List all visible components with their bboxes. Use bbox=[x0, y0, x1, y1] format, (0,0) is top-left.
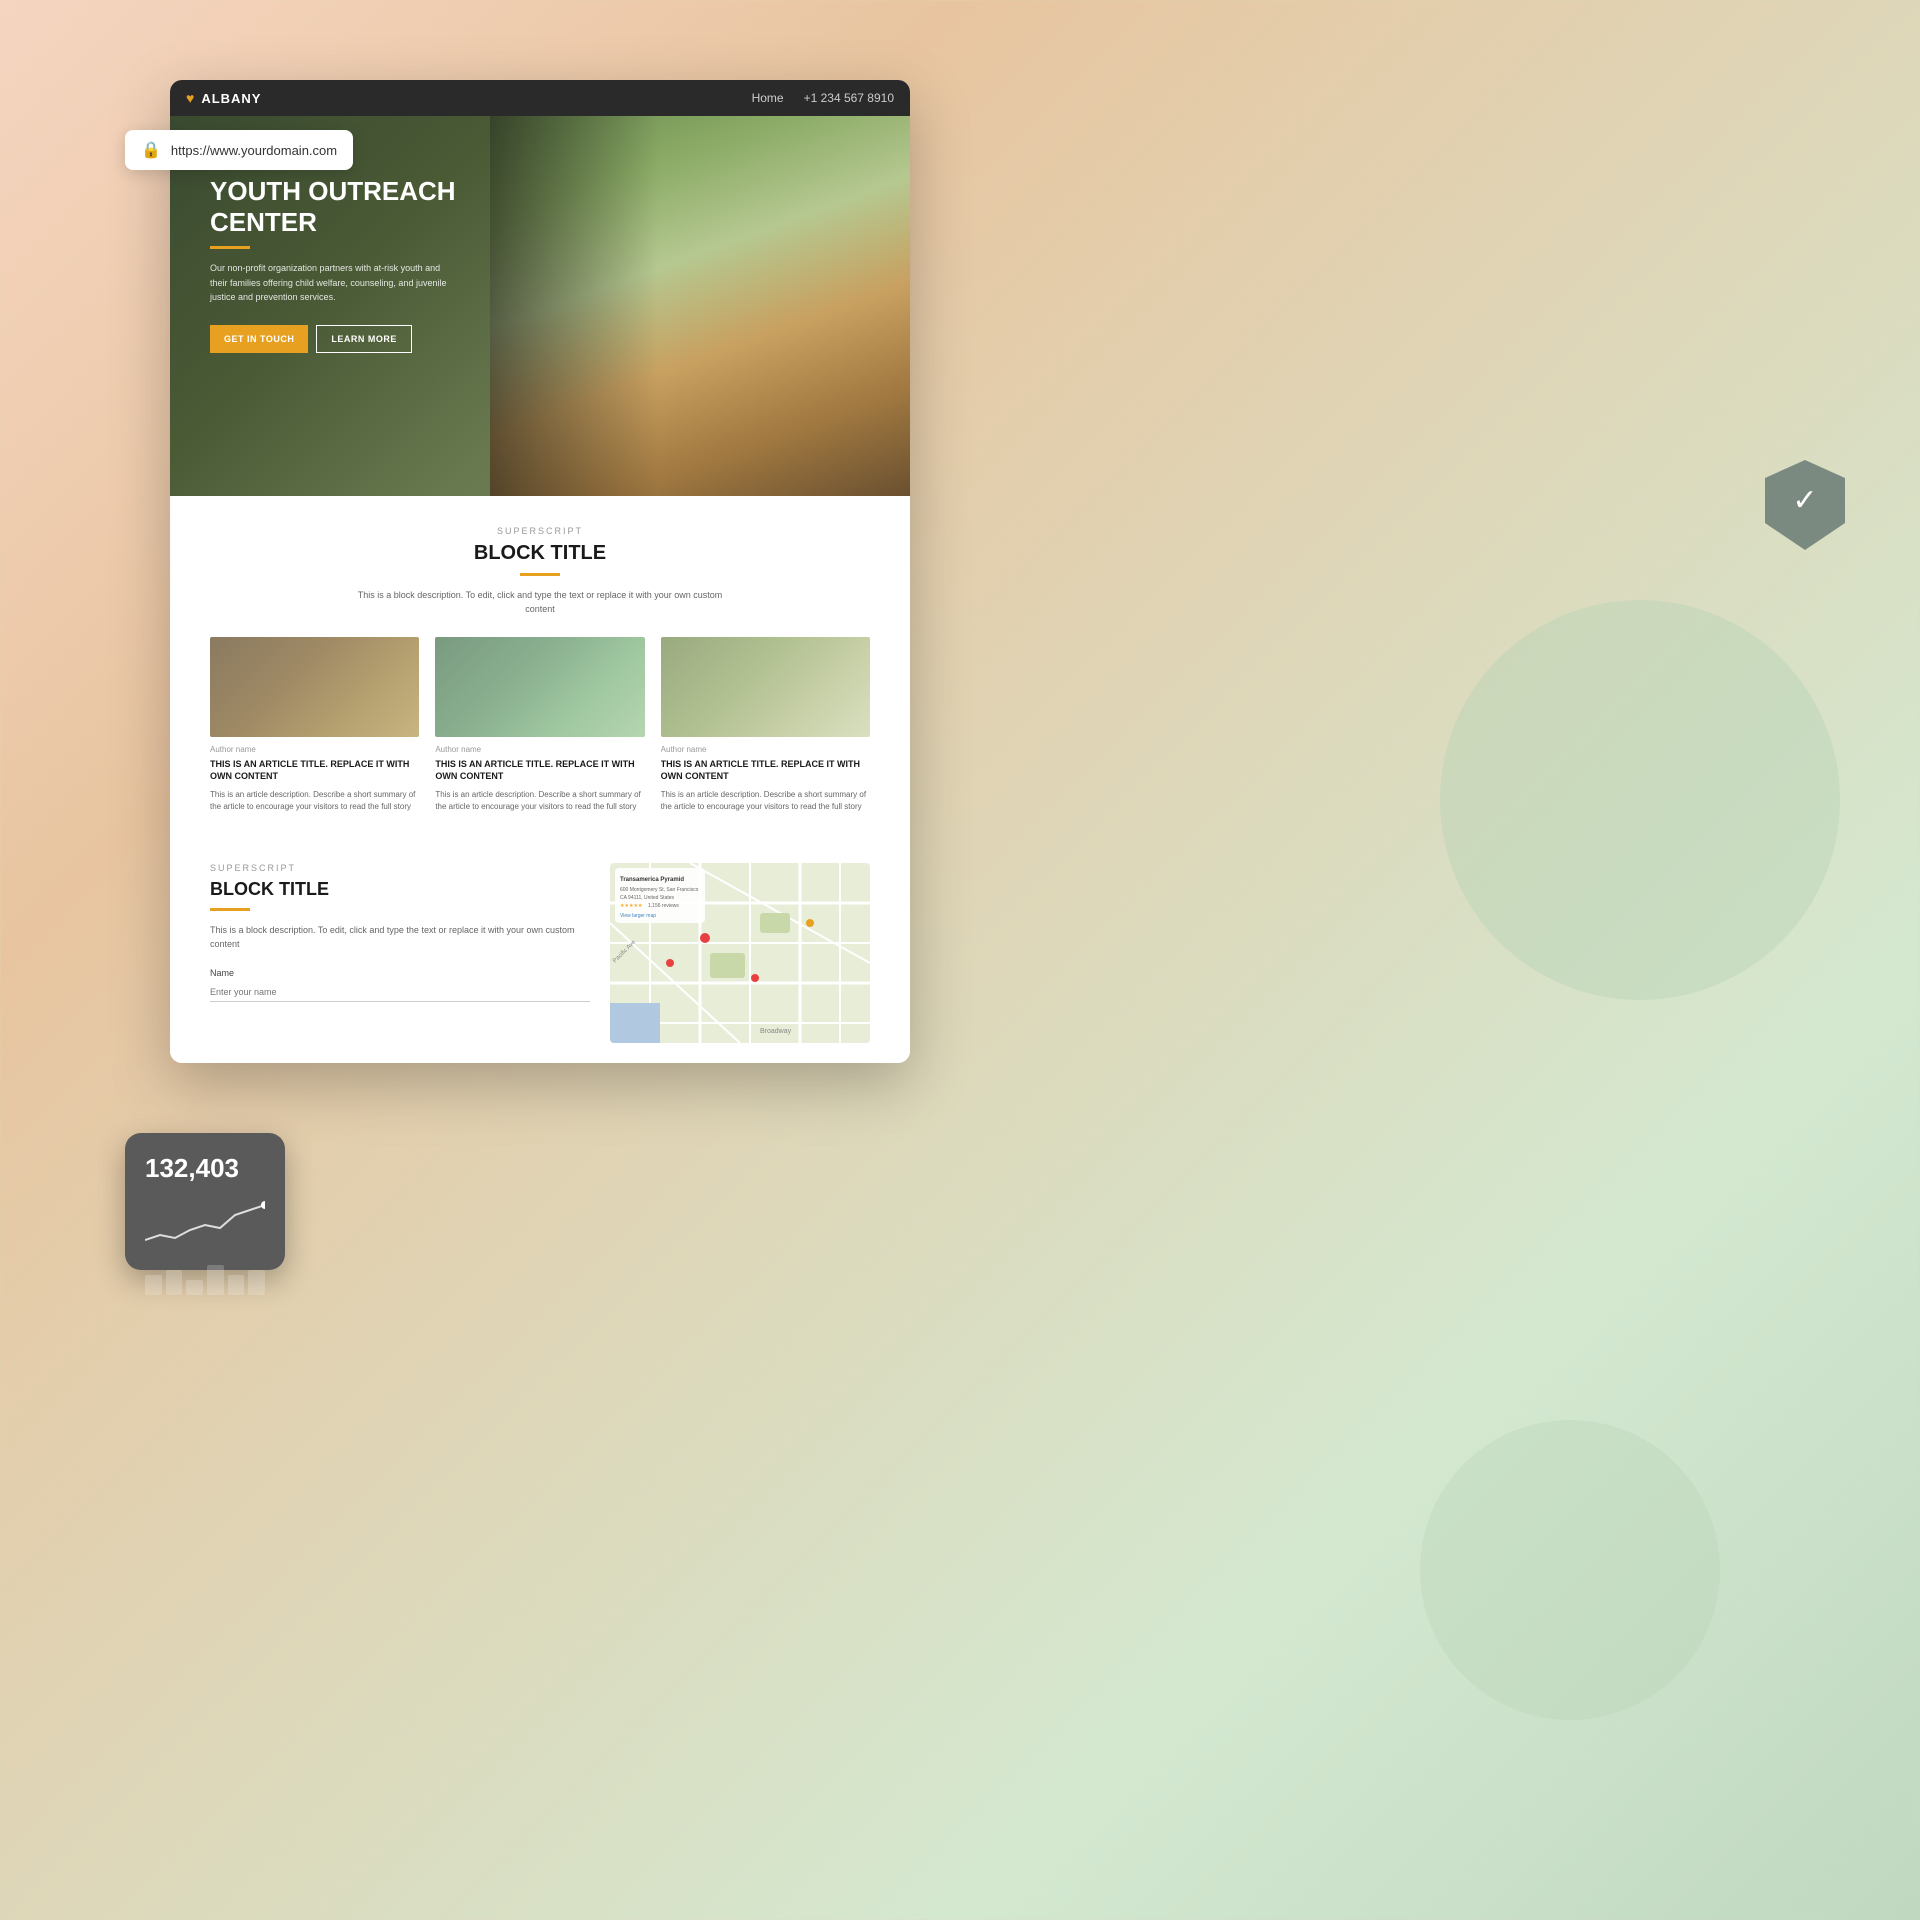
get-in-touch-button[interactable]: GET IN TOUCH bbox=[210, 325, 308, 353]
article-title-2: THIS IS AN ARTICLE TITLE. REPLACE IT WIT… bbox=[435, 758, 644, 783]
chart-bar bbox=[207, 1265, 224, 1295]
articles-section-description: This is a block description. To edit, cl… bbox=[350, 588, 730, 617]
lock-icon: 🔒 bbox=[141, 140, 161, 160]
get-in-touch-ref: GET IN ToucH bbox=[568, 647, 626, 657]
heart-icon: ♥ bbox=[186, 90, 195, 106]
svg-text:Transamerica Pyramid: Transamerica Pyramid bbox=[620, 877, 684, 883]
hero-section: YOUTH OUTREACH CENTER Our non-profit org… bbox=[170, 116, 910, 496]
stats-number: 132,403 bbox=[145, 1153, 265, 1184]
stats-widget: 132,403 bbox=[125, 1133, 285, 1270]
chart-bar bbox=[166, 1270, 183, 1295]
svg-text:600 Montgomery St, San Francis: 600 Montgomery St, San Francisco bbox=[620, 887, 699, 893]
contact-superscript: SUPERSCRIPT bbox=[210, 863, 590, 873]
learn-more-button[interactable]: LEARN MORE bbox=[316, 325, 412, 353]
contact-description: This is a block description. To edit, cl… bbox=[210, 923, 590, 952]
nav-phone[interactable]: +1 234 567 8910 bbox=[804, 91, 894, 105]
article-card: Author name THIS IS AN ARTICLE TITLE. RE… bbox=[661, 637, 870, 813]
svg-text:Broadway: Broadway bbox=[760, 1028, 792, 1035]
svg-text:1,156 reviews: 1,156 reviews bbox=[648, 903, 679, 909]
article-desc-2: This is an article description. Describe… bbox=[435, 789, 644, 813]
article-title-3: THIS IS AN ARTICLE TITLE. REPLACE IT WIT… bbox=[661, 758, 870, 783]
article-title-1: THIS IS AN ARTICLE TITLE. REPLACE IT WIT… bbox=[210, 758, 419, 783]
chart-bars bbox=[145, 1255, 265, 1295]
shield-shape: ✓ bbox=[1765, 460, 1845, 550]
browser-window: ♥ ALBANY Home +1 234 567 8910 YOUTH OUTR… bbox=[170, 80, 910, 1063]
article-desc-3: This is an article description. Describe… bbox=[661, 789, 870, 813]
browser-nav-links: Home +1 234 567 8910 bbox=[752, 91, 894, 105]
map-container: Transamerica Pyramid 600 Montgomery St, … bbox=[610, 863, 870, 1043]
name-label: Name bbox=[210, 968, 590, 978]
chart-area bbox=[145, 1200, 265, 1250]
hero-content: YOUTH OUTREACH CENTER Our non-profit org… bbox=[210, 176, 460, 353]
chart-bar bbox=[228, 1275, 245, 1295]
articles-section: SUPERSCRIPT BLOCK TITLE This is a block … bbox=[170, 496, 910, 843]
article-author-3: Author name bbox=[661, 745, 870, 754]
articles-superscript: SUPERSCRIPT bbox=[210, 526, 870, 536]
hero-photo bbox=[490, 116, 910, 496]
article-card: Author name THIS IS AN ARTICLE TITLE. RE… bbox=[210, 637, 419, 813]
articles-grid: Author name THIS IS AN ARTICLE TITLE. RE… bbox=[210, 637, 870, 813]
articles-section-title: BLOCK TITLE bbox=[210, 542, 870, 565]
contact-title: BLOCK TITLE bbox=[210, 879, 590, 900]
chart-bar bbox=[145, 1275, 162, 1295]
article-image-3 bbox=[661, 637, 870, 737]
article-image-1 bbox=[210, 637, 419, 737]
hero-title: YOUTH OUTREACH CENTER bbox=[210, 176, 460, 238]
svg-text:CA 94111, United States: CA 94111, United States bbox=[620, 895, 675, 901]
svg-text:View larger map: View larger map bbox=[620, 913, 656, 919]
svg-text:★★★★★: ★★★★★ bbox=[620, 903, 643, 909]
logo-text: ALBANY bbox=[201, 91, 261, 106]
chart-bar bbox=[186, 1280, 203, 1295]
bg-shape-2 bbox=[1420, 1420, 1720, 1720]
hero-buttons: GET IN TOUCH LEARN MORE bbox=[210, 325, 460, 353]
contact-section: SUPERSCRIPT BLOCK TITLE This is a block … bbox=[170, 843, 910, 1063]
map-svg: Transamerica Pyramid 600 Montgomery St, … bbox=[610, 863, 870, 1043]
name-input[interactable] bbox=[210, 983, 590, 1002]
url-text: https://www.yourdomain.com bbox=[171, 143, 337, 158]
site-logo: ♥ ALBANY bbox=[186, 90, 261, 106]
contact-title-underline bbox=[210, 908, 250, 911]
shield-widget: ✓ bbox=[1765, 460, 1845, 550]
articles-title-underline bbox=[520, 573, 560, 576]
browser-nav-bar: ♥ ALBANY Home +1 234 567 8910 bbox=[170, 80, 910, 116]
chart-svg bbox=[145, 1200, 265, 1250]
article-desc-1: This is an article description. Describe… bbox=[210, 789, 419, 813]
article-author-1: Author name bbox=[210, 745, 419, 754]
chart-bar bbox=[248, 1270, 265, 1295]
hero-description: Our non-profit organization partners wit… bbox=[210, 261, 460, 304]
contact-form-area: SUPERSCRIPT BLOCK TITLE This is a block … bbox=[210, 863, 590, 1043]
shield-check-icon: ✓ bbox=[1792, 483, 1817, 518]
address-bar: 🔒 https://www.yourdomain.com bbox=[125, 130, 353, 170]
article-author-2: Author name bbox=[435, 745, 644, 754]
nav-home[interactable]: Home bbox=[752, 91, 784, 105]
article-card: Author name THIS IS AN ARTICLE TITLE. RE… bbox=[435, 637, 644, 813]
bg-shape-1 bbox=[1357, 517, 1920, 1083]
hero-title-underline bbox=[210, 246, 250, 249]
